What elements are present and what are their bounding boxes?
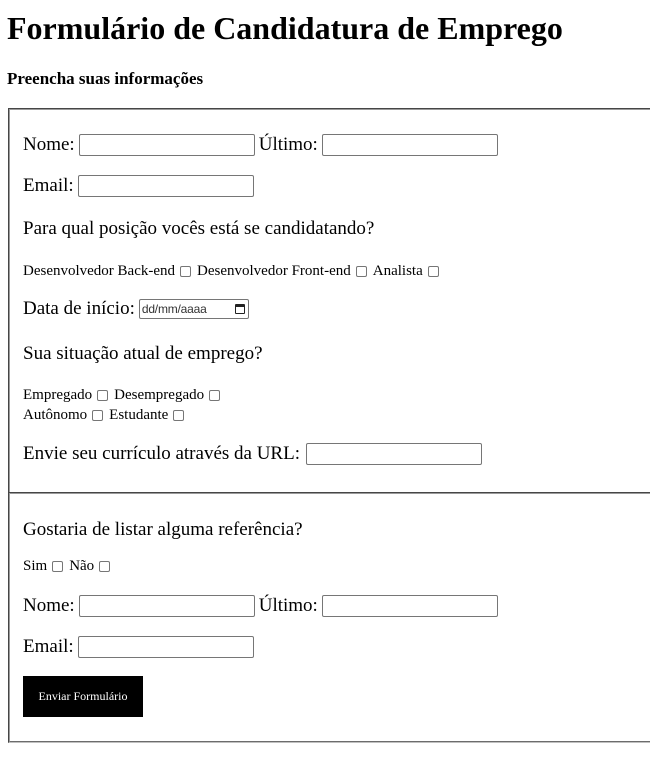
reference-options: Sim Não <box>23 558 116 575</box>
first-name-input[interactable] <box>78 134 255 156</box>
submit-button[interactable]: Enviar Formulário <box>23 676 143 717</box>
page-subtitle: Preencha suas informações <box>7 69 204 88</box>
reference-fieldset: Gostaria de listar alguma referência? Si… <box>8 492 650 743</box>
reference-last-name-input[interactable] <box>321 595 498 617</box>
last-name-input[interactable] <box>321 134 498 156</box>
employment-label-student: Estudante <box>109 407 169 423</box>
resume-label: Envie seu currículo através da URL: <box>23 443 300 464</box>
employment-label-employed: Empregado <box>23 387 93 403</box>
reference-email-input[interactable] <box>77 636 254 658</box>
start-date-placeholder: dd/mm/aaaa <box>141 302 207 316</box>
name-row: Nome: Último: <box>23 134 502 156</box>
applicant-fieldset: Nome: Último: Email: Para qual posição v… <box>8 108 650 494</box>
reference-question: Gostaria de listar alguma referência? <box>23 519 303 540</box>
page-title: Formulário de Candidatura de Emprego <box>7 10 563 46</box>
employment-checkbox-unemployed[interactable] <box>209 390 221 401</box>
reference-email-row: Email: <box>23 636 258 658</box>
first-name-label: Nome: <box>23 134 75 155</box>
employment-label-self-employed: Autônomo <box>23 407 88 423</box>
reference-name-row: Nome: Último: <box>23 595 502 617</box>
position-question: Para qual posição vocês está se candidat… <box>23 218 375 239</box>
resume-url-input[interactable] <box>305 443 482 465</box>
email-label: Email: <box>23 175 74 196</box>
reference-last-name-label: Último: <box>258 595 318 616</box>
reference-first-name-label: Nome: <box>23 595 75 616</box>
employment-options-row1: Empregado Desempregado <box>23 387 226 404</box>
reference-email-label: Email: <box>23 636 74 657</box>
position-label-frontend: Desenvolvedor Front-end <box>197 263 351 279</box>
employment-options-row2: Autônomo Estudante <box>23 407 190 424</box>
email-row: Email: <box>23 175 258 197</box>
last-name-label: Último: <box>258 134 318 155</box>
employment-checkbox-employed[interactable] <box>97 390 109 401</box>
position-checkbox-frontend[interactable] <box>355 266 367 277</box>
employment-question: Sua situação atual de emprego? <box>23 343 263 364</box>
position-checkbox-analyst[interactable] <box>427 266 439 277</box>
position-options: Desenvolvedor Back-end Desenvolvedor Fro… <box>23 263 445 280</box>
reference-checkbox-no[interactable] <box>99 561 111 572</box>
resume-row: Envie seu currículo através da URL: <box>23 443 486 465</box>
reference-checkbox-yes[interactable] <box>52 561 64 572</box>
position-label-backend: Desenvolvedor Back-end <box>23 263 176 279</box>
employment-label-unemployed: Desempregado <box>114 387 205 403</box>
calendar-icon[interactable] <box>234 304 245 314</box>
employment-checkbox-student[interactable] <box>173 410 185 421</box>
employment-checkbox-self-employed[interactable] <box>92 410 104 421</box>
position-checkbox-backend[interactable] <box>180 266 192 277</box>
start-date-row: Data de início: dd/mm/aaaa <box>23 298 249 320</box>
reference-label-no: Não <box>69 558 95 574</box>
start-date-input[interactable]: dd/mm/aaaa <box>138 299 249 319</box>
email-input[interactable] <box>77 175 254 197</box>
start-date-label: Data de início: <box>23 298 135 319</box>
position-label-analyst: Analista <box>372 263 423 279</box>
reference-label-yes: Sim <box>23 558 48 574</box>
reference-first-name-input[interactable] <box>78 595 255 617</box>
